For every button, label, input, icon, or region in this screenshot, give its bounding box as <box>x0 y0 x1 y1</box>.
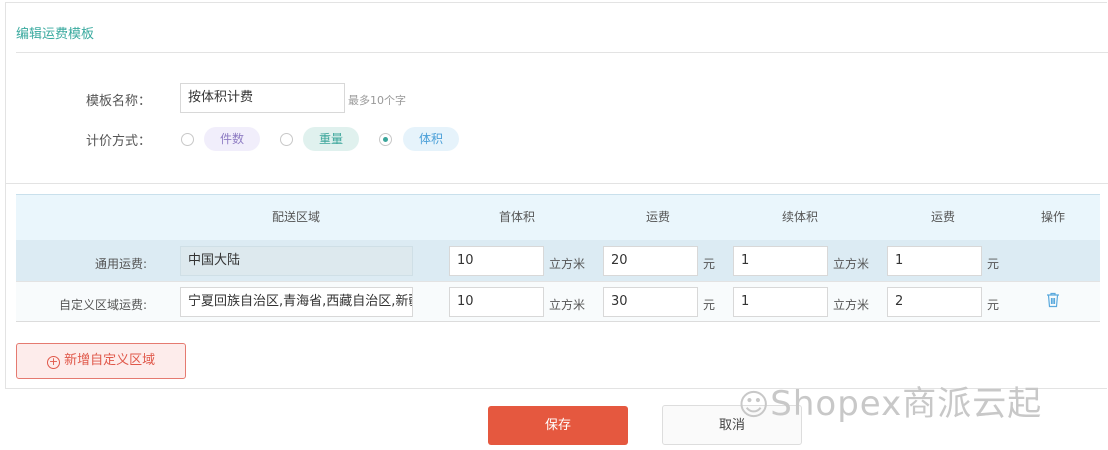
name-hint: 最多10个字 <box>348 94 406 107</box>
area-field[interactable]: 宁夏回族自治区,青海省,西藏自治区,新疆维吾尔自治区 <box>180 287 413 317</box>
next-volume-input[interactable]: 1 <box>733 246 828 276</box>
trash-icon[interactable] <box>1046 292 1060 308</box>
pricing-method-label: 计价方式： <box>86 134 152 149</box>
panel-title: 编辑运费模板 <box>16 27 95 42</box>
unit: 元 <box>703 257 716 271</box>
wechat-icon: ☺ <box>738 388 771 423</box>
next-volume-input[interactable]: 1 <box>733 287 828 317</box>
method-weight[interactable]: 重量 <box>303 127 359 151</box>
unit: 元 <box>987 298 1000 312</box>
add-button-label: 新增自定义区域 <box>64 353 156 368</box>
unit: 元 <box>703 298 716 312</box>
method-volume[interactable]: 体积 <box>403 127 459 151</box>
radio-weight[interactable] <box>280 133 293 146</box>
unit: 元 <box>987 257 1000 271</box>
header-next-volume: 续体积 <box>781 210 818 224</box>
next-fee-input[interactable]: 2 <box>887 287 982 317</box>
unit: 立方米 <box>549 298 586 312</box>
method-count[interactable]: 件数 <box>204 127 260 151</box>
divider <box>5 183 1108 184</box>
header-fee: 运费 <box>645 210 670 224</box>
first-volume-input[interactable]: 10 <box>449 246 544 276</box>
radio-volume[interactable] <box>379 133 392 146</box>
template-name-label: 模板名称： <box>86 94 152 109</box>
template-name-input[interactable]: 按体积计费 <box>180 83 345 113</box>
plus-circle-icon: + <box>46 355 60 369</box>
divider <box>16 52 1108 53</box>
unit: 立方米 <box>833 298 870 312</box>
row-label: 通用运费: <box>94 257 147 271</box>
header-first-volume: 首体积 <box>498 210 535 224</box>
header-action: 操作 <box>1040 210 1065 224</box>
fee-input[interactable]: 30 <box>603 287 698 317</box>
fee-input[interactable]: 20 <box>603 246 698 276</box>
header-area: 配送区域 <box>271 210 320 224</box>
unit: 立方米 <box>549 257 586 271</box>
radio-count[interactable] <box>181 133 194 146</box>
row-label: 自定义区域运费: <box>58 298 147 312</box>
next-fee-input[interactable]: 1 <box>887 246 982 276</box>
first-volume-input[interactable]: 10 <box>449 287 544 317</box>
watermark: ☺Shopex商派云起 <box>738 376 1042 425</box>
watermark-text: Shopex商派云起 <box>770 384 1043 424</box>
save-button[interactable]: 保存 <box>488 406 628 445</box>
unit: 立方米 <box>833 257 870 271</box>
area-field: 中国大陆 <box>180 246 413 276</box>
header-next-fee: 运费 <box>930 210 955 224</box>
add-custom-region-button[interactable]: + 新增自定义区域 <box>16 343 186 379</box>
